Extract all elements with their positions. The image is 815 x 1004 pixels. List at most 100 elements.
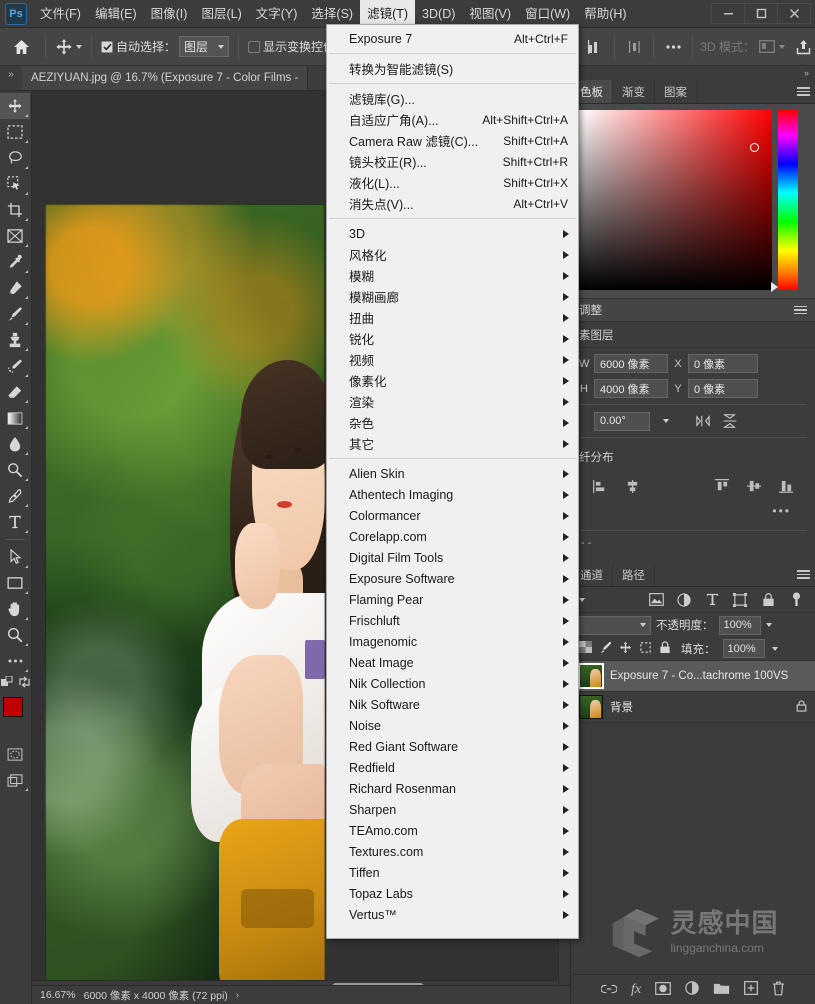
menu-window[interactable]: 窗口(W): [518, 1, 577, 27]
frame-tool[interactable]: [0, 223, 30, 249]
type-filter-icon[interactable]: [701, 590, 723, 610]
maximize-icon[interactable]: [744, 3, 778, 24]
hand-tool[interactable]: [0, 596, 30, 622]
default-colors-icon[interactable]: [0, 675, 14, 691]
add-mask-icon[interactable]: [655, 981, 671, 998]
layer-style-fx-icon[interactable]: fx: [631, 982, 641, 998]
menu-item-red-giant-software[interactable]: Red Giant Software: [327, 736, 578, 757]
menu-type[interactable]: 文字(Y): [249, 1, 305, 27]
menu-file[interactable]: 文件(F): [33, 1, 88, 27]
menu-item-3d[interactable]: 3D: [327, 223, 578, 244]
home-icon[interactable]: [4, 39, 38, 55]
current-tool-move[interactable]: [53, 38, 84, 56]
align-more-icon[interactable]: •••: [579, 502, 807, 524]
menu-layer[interactable]: 图层(L): [194, 1, 248, 27]
menu-item-stylize[interactable]: 风格化: [327, 244, 578, 265]
menu-item-richard-rosenman[interactable]: Richard Rosenman: [327, 778, 578, 799]
document-tab[interactable]: AEZIYUAN.jpg @ 16.7% (Exposure 7 - Color…: [22, 66, 309, 90]
close-icon[interactable]: [777, 3, 811, 24]
3d-mode-caret[interactable]: [779, 44, 785, 49]
flip-horizontal-icon[interactable]: [692, 411, 714, 431]
horizontal-type-tool[interactable]: [0, 509, 30, 535]
menu-image[interactable]: 图像(I): [144, 1, 195, 27]
lock-artboard-icon[interactable]: [639, 641, 652, 657]
layer-row-background[interactable]: 背景: [571, 692, 815, 723]
toggle-filter-icon[interactable]: [785, 590, 807, 610]
menu-item-vertus[interactable]: Vertus™: [327, 904, 578, 925]
fill-caret[interactable]: [771, 646, 778, 651]
layers-panel-menu-icon[interactable]: [791, 563, 815, 586]
delete-layer-icon[interactable]: [772, 981, 785, 999]
dock-collapse-icon[interactable]: »: [571, 66, 815, 80]
opacity-value[interactable]: 100%: [718, 615, 761, 635]
eraser-tool[interactable]: [0, 379, 30, 405]
opacity-caret[interactable]: [765, 623, 772, 627]
color-picker-cursor[interactable]: [750, 143, 759, 152]
flip-vertical-icon[interactable]: [719, 411, 741, 431]
crop-tool[interactable]: [0, 197, 30, 223]
menu-item-video[interactable]: 视频: [327, 349, 578, 370]
eyedropper-tool[interactable]: [0, 249, 30, 275]
menu-item-topaz-labs[interactable]: Topaz Labs: [327, 883, 578, 904]
tab-patterns[interactable]: 图案: [655, 80, 697, 103]
angle-dropdown-caret[interactable]: [655, 411, 677, 431]
zoom-level[interactable]: 16.67%: [40, 989, 76, 1001]
layer-filter-caret[interactable]: [579, 597, 585, 602]
dodge-tool[interactable]: [0, 457, 30, 483]
quick-mask-icon[interactable]: [0, 741, 30, 767]
align-middle-icon[interactable]: [743, 476, 765, 496]
align-top-icon[interactable]: [711, 476, 733, 496]
menu-item-textures[interactable]: Textures.com: [327, 841, 578, 862]
menu-item-alien-skin[interactable]: Alien Skin: [327, 463, 578, 484]
history-brush-tool[interactable]: [0, 353, 30, 379]
new-layer-icon[interactable]: [744, 981, 759, 998]
menu-item-convert-smart-filter[interactable]: 转换为智能滤镜(S): [327, 58, 578, 79]
tab-gradients[interactable]: 渐变: [613, 80, 655, 103]
rectangle-tool[interactable]: [0, 570, 30, 596]
new-group-icon[interactable]: [713, 982, 730, 998]
more-options-icon[interactable]: [661, 35, 685, 59]
menu-item-redfield[interactable]: Redfield: [327, 757, 578, 778]
menu-item-digital-film-tools[interactable]: Digital Film Tools: [327, 547, 578, 568]
layer-lock-icon[interactable]: [796, 699, 807, 715]
menu-item-teamo[interactable]: TEAmo.com: [327, 820, 578, 841]
image-filter-icon[interactable]: [645, 590, 667, 610]
adjustment-filter-icon[interactable]: [673, 590, 695, 610]
menu-item-sharpen[interactable]: Sharpen: [327, 799, 578, 820]
menu-item-render[interactable]: 渲染: [327, 391, 578, 412]
menu-item-pixelate[interactable]: 像素化: [327, 370, 578, 391]
lock-transparent-icon[interactable]: [579, 641, 592, 656]
filter-menu-dropdown[interactable]: Exposure 7 Alt+Ctrl+F 转换为智能滤镜(S) 滤镜库(G).…: [326, 24, 579, 939]
align-distribute-icon[interactable]: [583, 35, 607, 59]
hue-marker[interactable]: [771, 282, 778, 292]
link-layers-icon[interactable]: [600, 983, 618, 997]
menu-item-imagenomic[interactable]: Imagenomic: [327, 631, 578, 652]
menu-item-filter-gallery[interactable]: 滤镜库(G)...: [327, 88, 578, 109]
color-panel-menu-icon[interactable]: [791, 80, 815, 103]
menu-item-vanishing-point[interactable]: 消失点(V)... Alt+Ctrl+V: [327, 193, 578, 214]
menu-item-corelapp[interactable]: Corelapp.com: [327, 526, 578, 547]
angle-field[interactable]: 0.00°: [594, 411, 650, 431]
menu-select[interactable]: 选择(S): [304, 1, 360, 27]
menu-item-distort[interactable]: 扭曲: [327, 307, 578, 328]
spot-healing-brush-tool[interactable]: [0, 275, 30, 301]
lasso-tool[interactable]: [0, 145, 30, 171]
smart-object-filter-icon[interactable]: [757, 590, 779, 610]
auto-select-target-dropdown[interactable]: 图层: [179, 36, 230, 57]
fill-value[interactable]: 100%: [722, 639, 765, 658]
menu-item-noise[interactable]: Noise: [327, 715, 578, 736]
quick-selection-tool[interactable]: [0, 171, 30, 197]
collapse-arrows-icon[interactable]: »: [0, 66, 22, 90]
layer-thumbnail[interactable]: [578, 663, 604, 689]
menu-item-nik-collection[interactable]: Nik Collection: [327, 673, 578, 694]
tool-options-caret[interactable]: [76, 44, 82, 49]
menu-item-lens-correction[interactable]: 镜头校正(R)... Shift+Ctrl+R: [327, 151, 578, 172]
status-expand-icon[interactable]: ›: [236, 990, 239, 1001]
3d-mode-icon[interactable]: [755, 35, 779, 59]
menu-edit[interactable]: 编辑(E): [88, 1, 144, 27]
swap-colors-icon[interactable]: [18, 676, 31, 691]
pen-tool[interactable]: [0, 483, 30, 509]
y-field[interactable]: 0 像素: [688, 379, 758, 398]
menu-item-flaming-pear[interactable]: Flaming Pear: [327, 589, 578, 610]
menu-item-noise-cn[interactable]: 杂色: [327, 412, 578, 433]
